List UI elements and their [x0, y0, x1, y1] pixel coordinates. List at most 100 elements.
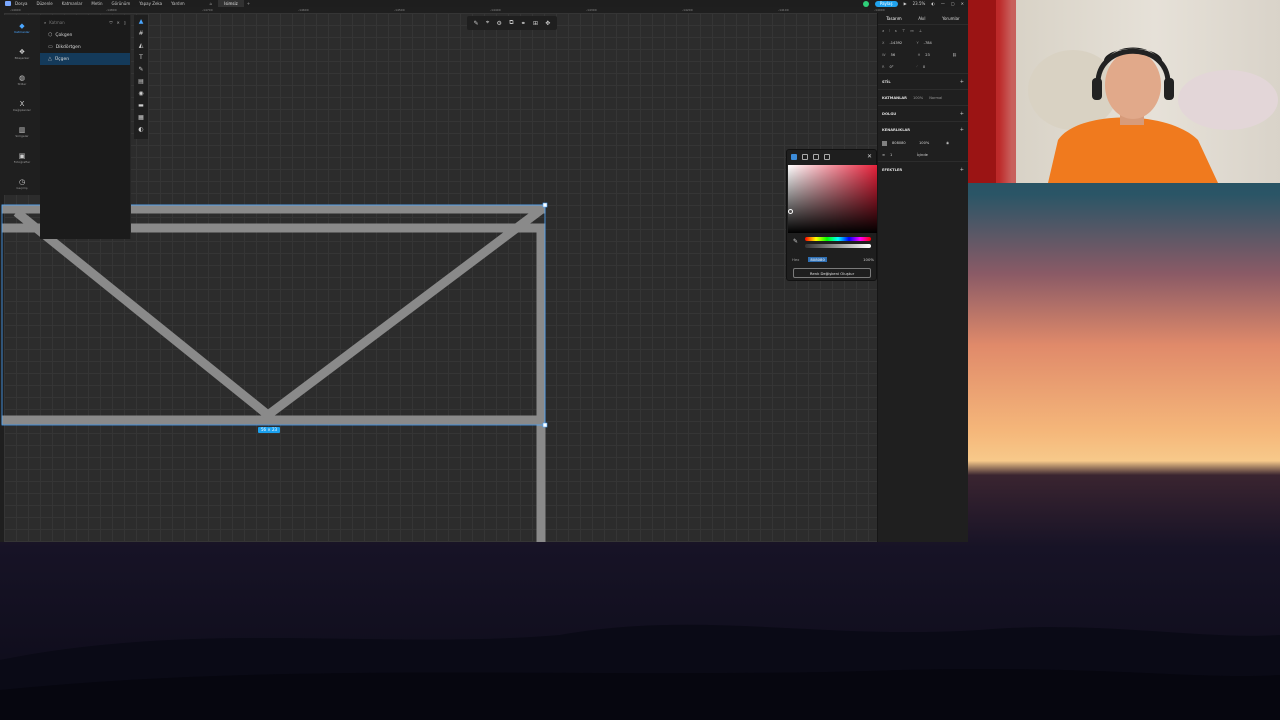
- create-color-variable-button[interactable]: Renk Değişkeni Oluştur: [793, 268, 871, 278]
- stroke-color-swatch[interactable]: [882, 140, 887, 146]
- photos-icon: ▣: [18, 152, 26, 160]
- align-icon[interactable]: ⊞: [533, 20, 538, 27]
- curtain: [968, 0, 996, 183]
- radial-gradient-icon[interactable]: [813, 154, 819, 160]
- edit-icon[interactable]: ✎: [474, 20, 479, 27]
- person-face: [1105, 51, 1161, 119]
- stroke-hex[interactable]: 808080: [892, 141, 914, 145]
- rectangle-icon: ▭: [48, 44, 53, 50]
- layer-search[interactable]: ⌕ Katman ⛉ ✕ ▯: [40, 15, 130, 29]
- layer-row-polygon[interactable]: ⬡ Çokgen: [40, 29, 130, 41]
- corner-radius-input[interactable]: 0: [923, 65, 945, 69]
- select-tool-icon[interactable]: ▲: [139, 18, 144, 26]
- visibility-icon[interactable]: ◉: [946, 141, 949, 145]
- layer-section-title: KATMANLAR: [882, 95, 907, 100]
- tab-design[interactable]: Tasarım: [886, 16, 901, 21]
- layer-row-triangle[interactable]: △ Üçgen: [40, 53, 130, 65]
- rotation-input[interactable]: 0°: [890, 65, 912, 69]
- linear-gradient-icon[interactable]: [802, 154, 808, 160]
- triangle-icon: △: [48, 56, 52, 62]
- layers-panel: ⌕ Katman ⛉ ✕ ▯ ⬡ Çokgen ▭ Dikdörtgen △ Ü…: [40, 15, 131, 239]
- history-icon: ◷: [18, 178, 26, 186]
- solid-mode-icon[interactable]: [791, 154, 797, 160]
- add-fill-icon[interactable]: +: [960, 111, 964, 117]
- move-icon[interactable]: ✥: [545, 20, 550, 27]
- selection-handle: [542, 422, 548, 428]
- nav-styles[interactable]: ◍ Stiller: [4, 67, 40, 93]
- stroke-section-title: KENARLIKLAR: [882, 127, 911, 132]
- nav-icons[interactable]: ▥ Simgeler: [4, 119, 40, 145]
- layer-row-rectangle[interactable]: ▭ Dikdörtgen: [40, 41, 130, 53]
- align-top-icon[interactable]: ⊤: [902, 29, 905, 33]
- align-right-icon[interactable]: ⫸: [895, 29, 897, 33]
- filter-icon[interactable]: ⛉: [109, 20, 112, 25]
- nav-variables[interactable]: X Değişkenler: [4, 93, 40, 119]
- page-icon[interactable]: ▯: [124, 20, 126, 25]
- saturation-value-area[interactable]: [788, 165, 877, 233]
- settings-icon[interactable]: ⚙: [497, 20, 502, 27]
- y-label: Y: [916, 41, 919, 45]
- layers-icon: ◆: [19, 22, 25, 30]
- target-icon[interactable]: ⌖: [486, 19, 489, 27]
- close-icon[interactable]: ✕: [867, 153, 872, 160]
- hex-input[interactable]: 808080: [808, 256, 827, 262]
- align-center-icon[interactable]: ⫶: [889, 29, 890, 33]
- hex-label: Hex: [792, 256, 800, 262]
- add-stroke-icon[interactable]: +: [960, 127, 964, 133]
- constrain-proportions-icon[interactable]: ⛓: [952, 53, 957, 57]
- variables-icon: X: [19, 100, 25, 108]
- stroke-opacity[interactable]: 100%: [919, 141, 941, 145]
- align-middle-icon[interactable]: ⊶: [910, 29, 914, 33]
- stroke-position-select[interactable]: İçinde: [917, 153, 939, 157]
- align-left-icon[interactable]: ⫷: [882, 29, 884, 33]
- triangle-left-edge: [13, 208, 275, 422]
- image-tool-icon[interactable]: ▤: [138, 78, 144, 86]
- x-input[interactable]: -14392: [889, 41, 911, 45]
- alpha-slider[interactable]: [805, 244, 871, 248]
- h-label: H: [917, 53, 921, 57]
- layer-search-placeholder: Katman: [49, 19, 65, 25]
- add-effect-icon[interactable]: +: [960, 167, 964, 173]
- mask-tool-icon[interactable]: ◐: [138, 126, 143, 134]
- tab-comments[interactable]: Yorumlar: [942, 16, 960, 21]
- link-icon[interactable]: ⚭: [521, 20, 526, 27]
- nav-photos[interactable]: ▣ Fotoğraflar: [4, 145, 40, 171]
- stroke-weight-icon: ≡: [882, 153, 886, 157]
- y-input[interactable]: -784: [924, 41, 946, 45]
- pen-tool-icon[interactable]: ✎: [138, 66, 143, 74]
- blend-mode-select[interactable]: Normal: [929, 96, 942, 100]
- eyedropper-icon[interactable]: ✎: [793, 238, 798, 245]
- nav-label: Bileşenler: [14, 56, 30, 60]
- collapse-icon[interactable]: ✕: [116, 20, 119, 25]
- image-fill-icon[interactable]: [824, 154, 830, 160]
- nav-layers[interactable]: ◆ Katmanlar: [4, 15, 40, 41]
- shape-tool-icon[interactable]: ◭: [139, 42, 144, 50]
- polygon-icon: ⬡: [48, 32, 53, 38]
- nav-history[interactable]: ◷ Geçmiş: [4, 171, 40, 197]
- add-style-icon[interactable]: +: [960, 79, 964, 85]
- styles-icon: ◍: [18, 74, 26, 82]
- ellipse-tool-icon[interactable]: ◉: [138, 90, 143, 98]
- nav-label: Katmanlar: [14, 30, 30, 34]
- grid-tool-icon[interactable]: ▦: [138, 114, 144, 122]
- headphone-cup: [1164, 78, 1174, 100]
- layer-opacity[interactable]: 100%: [913, 96, 923, 100]
- opacity-input[interactable]: 100%: [863, 257, 874, 262]
- style-section-title: STİL: [882, 79, 891, 84]
- align-bottom-icon[interactable]: ⊥: [919, 29, 922, 33]
- color-knob[interactable]: [788, 209, 793, 214]
- stroke-weight-input[interactable]: 1: [890, 153, 912, 157]
- rotation-row: R 0° ◜ 0: [878, 61, 968, 73]
- width-input[interactable]: 56: [891, 53, 913, 57]
- hex-row: Hex 808080 100%: [792, 256, 874, 262]
- curtain-fold: [996, 0, 1016, 183]
- tools-toolbar: ▲ # ◭ T ✎ ▤ ◉ ▬ ▦ ◐: [134, 15, 148, 139]
- text-tool-icon[interactable]: T: [139, 54, 143, 62]
- line-tool-icon[interactable]: ▬: [138, 102, 144, 110]
- height-input[interactable]: 23: [925, 53, 947, 57]
- tab-ai[interactable]: Akıl: [918, 16, 925, 21]
- hue-slider[interactable]: [805, 237, 871, 241]
- nav-components[interactable]: ❖ Bileşenler: [4, 41, 40, 67]
- frame-tool-icon[interactable]: #: [138, 30, 143, 38]
- duplicate-icon[interactable]: ⧉: [509, 19, 513, 27]
